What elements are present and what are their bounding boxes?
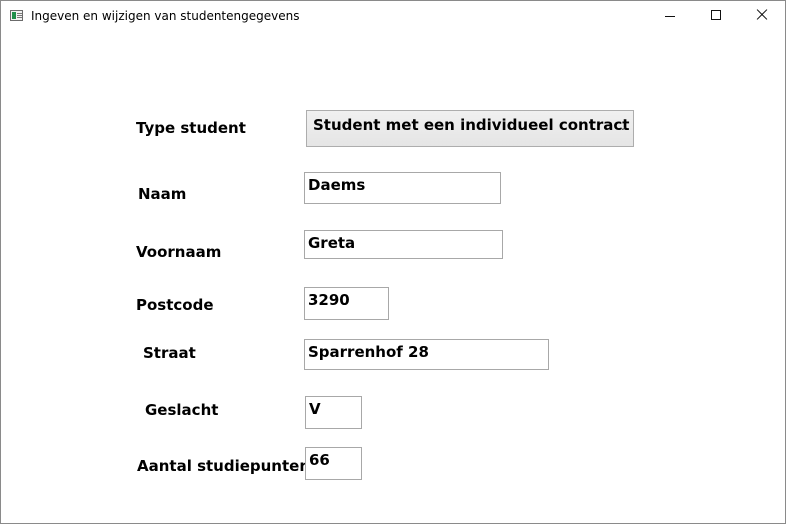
naam-field[interactable]: Daems <box>304 172 501 204</box>
studiepunten-label: Aantal studiepunten <box>137 457 311 475</box>
close-icon <box>756 9 768 21</box>
voornaam-label: Voornaam <box>136 243 222 261</box>
type-student-label: Type student <box>136 119 246 137</box>
window-title: Ingeven en wijzigen van studentengegeven… <box>31 9 300 23</box>
close-button[interactable] <box>739 1 785 32</box>
maximize-button[interactable] <box>693 1 739 32</box>
chevron-down-icon: ⌄ <box>618 122 627 133</box>
title-bar[interactable]: Ingeven en wijzigen van studentengegeven… <box>1 1 785 32</box>
straat-label: Straat <box>143 344 196 362</box>
straat-field[interactable]: Sparrenhof 28 <box>304 339 549 370</box>
app-window-icon <box>10 10 23 21</box>
minimize-button[interactable] <box>647 1 693 32</box>
maximize-icon <box>711 10 721 20</box>
postcode-label: Postcode <box>136 296 214 314</box>
postcode-field[interactable]: 3290 <box>304 287 389 320</box>
geslacht-label: Geslacht <box>145 401 219 419</box>
studiepunten-field[interactable]: 66 <box>305 447 362 480</box>
minimize-icon <box>665 16 675 17</box>
naam-label: Naam <box>138 185 187 203</box>
student-form-window: Ingeven en wijzigen van studentengegeven… <box>0 0 786 524</box>
type-student-selected-value: Student met een individueel contract <box>313 116 630 134</box>
type-student-dropdown[interactable]: Student met een individueel contract ⌄ <box>306 110 634 147</box>
voornaam-field[interactable]: Greta <box>304 230 503 259</box>
geslacht-field[interactable]: V <box>305 396 362 429</box>
